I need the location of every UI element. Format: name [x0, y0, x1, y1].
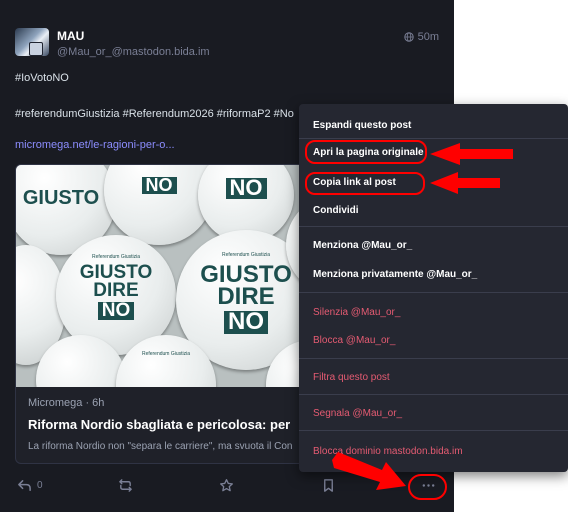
hashtag-line[interactable]: #IoVotoNO: [15, 72, 69, 84]
menu-divider: [299, 394, 568, 395]
reply-button[interactable]: 0: [17, 478, 43, 493]
card-source: Micromega · 6h: [28, 397, 105, 409]
card-title[interactable]: Riforma Nordio sbagliata e pericolosa: p…: [28, 417, 290, 432]
favourite-button[interactable]: [219, 478, 234, 493]
boost-icon: [119, 479, 132, 492]
display-name[interactable]: MAU: [57, 29, 84, 43]
menu-divider: [299, 138, 568, 139]
account-handle[interactable]: @Mau_or_@mastodon.bida.im: [57, 46, 210, 58]
reply-icon: [18, 480, 31, 491]
menu-item-expand[interactable]: Espandi questo post: [313, 120, 411, 131]
boost-button[interactable]: [118, 478, 133, 493]
time-label: 50m: [417, 31, 439, 43]
menu-item-mention[interactable]: Menziona @Mau_or_: [313, 240, 412, 251]
menu-item-block[interactable]: Blocca @Mau_or_: [313, 335, 395, 346]
menu-item-mention-private[interactable]: Menziona privatamente @Mau_or_: [313, 269, 477, 280]
menu-divider: [299, 358, 568, 359]
annotation-arrow-icon: [430, 143, 513, 165]
avatar[interactable]: [15, 28, 49, 56]
avatar-badge: [29, 42, 43, 56]
hashtag-line[interactable]: #referendumGiustizia #Referendum2026 #ri…: [15, 108, 294, 120]
annotation-highlight-open-original: [305, 140, 427, 164]
menu-item-report[interactable]: Segnala @Mau_or_: [313, 408, 402, 419]
annotation-highlight-copy-link: [305, 172, 425, 195]
menu-divider: [299, 292, 568, 293]
card-description: La riforma Nordio non "separa le carrier…: [28, 441, 293, 452]
post-timestamp[interactable]: 50m: [403, 31, 439, 43]
annotation-arrow-icon: [332, 452, 406, 490]
annotation-arrow-icon: [430, 172, 500, 194]
post-link[interactable]: micromega.net/le-ragioni-per-o...: [15, 139, 175, 151]
menu-item-mute[interactable]: Silenzia @Mau_or_: [313, 307, 400, 318]
star-icon: [220, 479, 233, 492]
menu-item-filter[interactable]: Filtra questo post: [313, 372, 390, 383]
reply-count: 0: [37, 480, 43, 491]
menu-item-share[interactable]: Condividi: [313, 205, 359, 216]
annotation-highlight-more-button: [408, 474, 447, 500]
menu-divider: [299, 430, 568, 431]
menu-divider: [299, 226, 568, 227]
globe-icon: [403, 32, 414, 42]
